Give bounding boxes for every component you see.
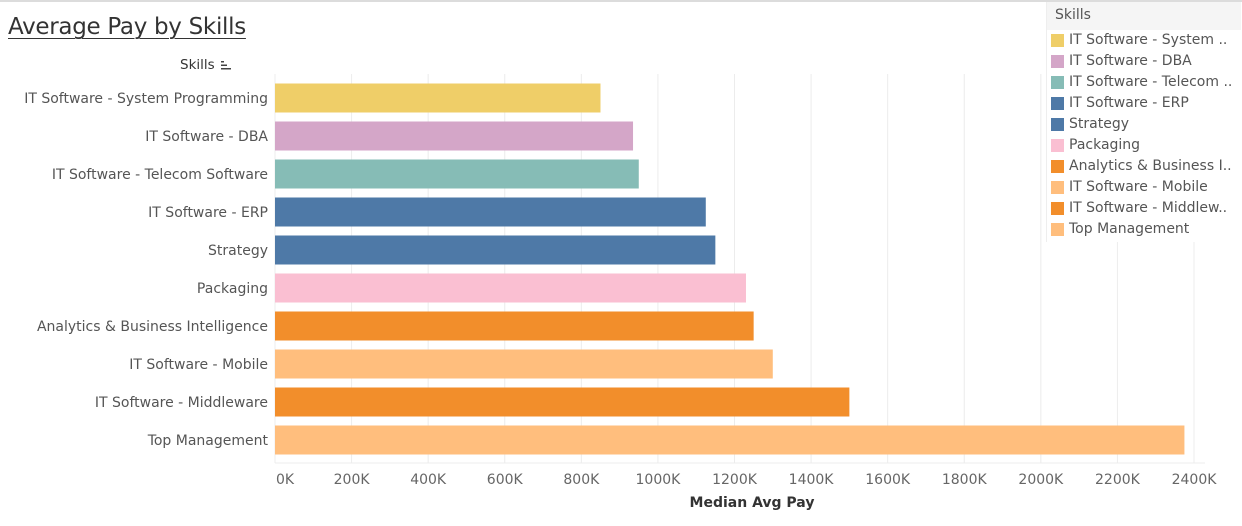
- y-category-label[interactable]: Strategy: [208, 243, 268, 259]
- legend-label: Analytics & Business I..: [1069, 158, 1232, 174]
- y-category-label[interactable]: IT Software - System Programming: [24, 91, 268, 107]
- bar[interactable]: [275, 235, 716, 265]
- legend-swatch: [1051, 97, 1064, 110]
- y-category-label[interactable]: Packaging: [197, 281, 268, 297]
- legend-label: IT Software - DBA: [1069, 53, 1192, 69]
- legend-label: IT Software - System ..: [1069, 32, 1228, 48]
- x-tick-label: 600K: [487, 472, 524, 488]
- x-tick-label: 1600K: [865, 472, 911, 488]
- legend-swatch: [1051, 55, 1064, 68]
- x-tick-label: 1000K: [636, 472, 682, 488]
- legend-label: IT Software - Mobile: [1069, 179, 1208, 195]
- bar[interactable]: [275, 273, 746, 303]
- legend-item[interactable]: IT Software - Telecom ..: [1047, 72, 1241, 93]
- legend-title: Skills: [1047, 2, 1241, 30]
- y-category-label[interactable]: IT Software - Telecom Software: [52, 167, 268, 183]
- y-category-label[interactable]: Analytics & Business Intelligence: [37, 319, 268, 335]
- y-category-label[interactable]: IT Software - Mobile: [129, 357, 268, 373]
- bar[interactable]: [275, 311, 754, 341]
- legend-swatch: [1051, 160, 1064, 173]
- legend-label: IT Software - Middlew..: [1069, 200, 1228, 216]
- y-category-label[interactable]: IT Software - Middleware: [95, 395, 268, 411]
- legend-swatch: [1051, 34, 1064, 47]
- color-legend: Skills IT Software - System .. IT Softwar…: [1046, 2, 1241, 242]
- legend-item[interactable]: Packaging: [1047, 135, 1241, 156]
- legend-label: Packaging: [1069, 137, 1141, 153]
- legend-item[interactable]: IT Software - DBA: [1047, 51, 1241, 72]
- bar[interactable]: [275, 159, 639, 189]
- legend-item[interactable]: Top Management: [1047, 219, 1241, 240]
- bar[interactable]: [275, 349, 773, 379]
- x-axis-title: Median Avg Pay: [690, 495, 815, 511]
- bar[interactable]: [275, 197, 706, 227]
- legend-item[interactable]: Analytics & Business I..: [1047, 156, 1241, 177]
- legend-item[interactable]: IT Software - Middlew..: [1047, 198, 1241, 219]
- bar[interactable]: [275, 387, 850, 417]
- x-tick-label: 2400K: [1172, 472, 1218, 488]
- legend-swatch: [1051, 181, 1064, 194]
- legend-label: IT Software - Telecom ..: [1069, 74, 1233, 90]
- legend-swatch: [1051, 202, 1064, 215]
- x-tick-label: 800K: [563, 472, 600, 488]
- bar[interactable]: [275, 83, 601, 113]
- x-tick-label: 2200K: [1095, 472, 1141, 488]
- y-category-label[interactable]: Top Management: [147, 433, 269, 449]
- legend-item[interactable]: IT Software - Mobile: [1047, 177, 1241, 198]
- legend-swatch: [1051, 76, 1064, 89]
- x-tick-label: 200K: [334, 472, 371, 488]
- legend-item[interactable]: Strategy: [1047, 114, 1241, 135]
- x-tick-label: 400K: [410, 472, 447, 488]
- legend-item[interactable]: IT Software - System ..: [1047, 30, 1241, 51]
- legend-label: IT Software - ERP: [1069, 95, 1189, 111]
- y-category-label[interactable]: IT Software - ERP: [148, 205, 268, 221]
- legend-label: Top Management: [1069, 221, 1190, 237]
- x-tick-label: 0K: [276, 472, 295, 488]
- y-category-label[interactable]: IT Software - DBA: [145, 129, 268, 145]
- legend-label: Strategy: [1069, 116, 1129, 132]
- x-tick-label: 1200K: [712, 472, 758, 488]
- legend-swatch: [1051, 118, 1064, 131]
- x-tick-label: 2000K: [1018, 472, 1064, 488]
- bar[interactable]: [275, 121, 634, 151]
- legend-swatch: [1051, 139, 1064, 152]
- x-tick-label: 1800K: [942, 472, 988, 488]
- bar[interactable]: [275, 425, 1185, 455]
- x-tick-label: 1400K: [789, 472, 835, 488]
- legend-swatch: [1051, 223, 1064, 236]
- legend-item[interactable]: IT Software - ERP: [1047, 93, 1241, 114]
